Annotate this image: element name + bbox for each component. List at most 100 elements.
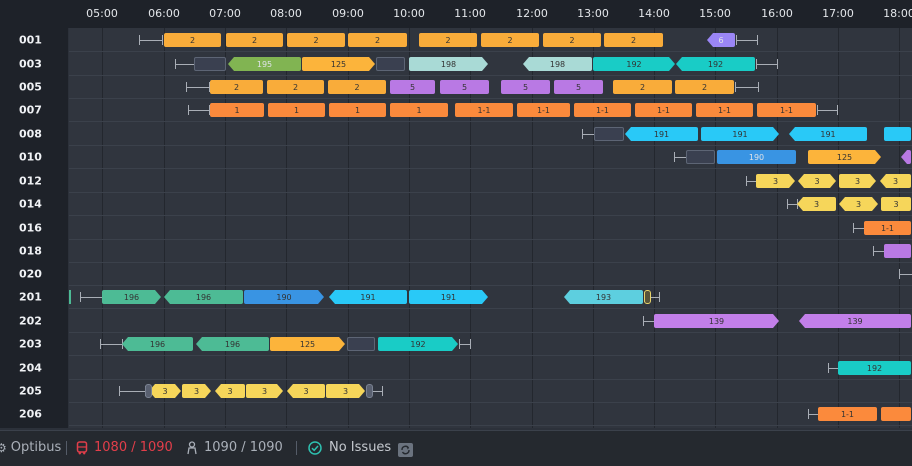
trip-block[interactable]: 5 [440, 80, 489, 94]
trip-block[interactable]: 1 [329, 103, 386, 117]
trip-block[interactable]: 1-1 [574, 103, 631, 117]
row-label[interactable]: 016 [19, 222, 42, 235]
trip-block[interactable]: 3 [326, 384, 365, 398]
trip-block[interactable]: 3 [246, 384, 283, 398]
trip-block[interactable]: 2 [287, 33, 345, 47]
row-label[interactable]: 204 [19, 362, 42, 375]
trip-block[interactable]: 139 [799, 314, 911, 328]
trip-block[interactable]: 3 [798, 174, 836, 188]
row-label[interactable]: 008 [19, 128, 42, 141]
trip-block[interactable]: 1 [268, 103, 325, 117]
trip-block[interactable]: 3 [881, 197, 911, 211]
trip-block[interactable]: 3 [182, 384, 211, 398]
refresh-button[interactable] [398, 443, 413, 457]
trip-block[interactable]: 5 [501, 80, 550, 94]
trip-block[interactable]: 191 [701, 127, 779, 141]
trip-block[interactable]: 2 [164, 33, 221, 47]
trip-block[interactable]: 198 [409, 57, 488, 71]
trip-block[interactable]: 2 [348, 33, 407, 47]
block-end-cap[interactable] [366, 384, 373, 398]
trip-block[interactable]: 2 [481, 33, 539, 47]
trip-block[interactable]: 1-1 [864, 221, 911, 235]
trip-block[interactable]: 2 [419, 33, 477, 47]
trip-block[interactable]: 3 [215, 384, 245, 398]
trip-block[interactable]: 5 [390, 80, 435, 94]
trip-block[interactable]: 125 [808, 150, 881, 164]
row-label[interactable]: 012 [19, 175, 42, 188]
idle-block[interactable] [594, 127, 624, 141]
trip-block[interactable]: 2 [543, 33, 601, 47]
block-end-cap[interactable] [145, 384, 152, 398]
trip-block[interactable]: 125 [302, 57, 375, 71]
trip-block[interactable]: 192 [593, 57, 675, 71]
trip-block[interactable]: 1 [210, 103, 264, 117]
brand[interactable]: ⚙ Optibus [0, 440, 61, 455]
trip-block[interactable]: 192 [676, 57, 755, 71]
drivers-count[interactable]: 1090 / 1090 [186, 440, 283, 455]
trip-block[interactable]: 2 [328, 80, 386, 94]
trip-block[interactable]: 195 [228, 57, 301, 71]
trip-block[interactable]: 2 [226, 33, 283, 47]
trip-block[interactable]: 5 [554, 80, 603, 94]
trip-block[interactable]: 193 [564, 290, 643, 304]
row-label[interactable]: 003 [19, 58, 42, 71]
trip-block[interactable]: 196 [196, 337, 269, 351]
idle-block[interactable] [347, 337, 375, 351]
trip-block[interactable]: 3 [839, 174, 876, 188]
row-label[interactable]: 202 [19, 315, 42, 328]
trip-block[interactable]: 1-1 [517, 103, 570, 117]
trip-block[interactable] [884, 127, 911, 141]
trip-block[interactable]: 1-1 [757, 103, 816, 117]
row-label[interactable]: 018 [19, 245, 42, 258]
row-label[interactable]: 007 [19, 104, 42, 117]
trip-block[interactable]: 196 [164, 290, 243, 304]
trip-block[interactable]: 2 [613, 80, 672, 94]
trip-block[interactable]: 191 [329, 290, 407, 304]
trip-block[interactable] [881, 407, 911, 421]
row-label[interactable]: 010 [19, 151, 42, 164]
trip-block[interactable]: 191 [789, 127, 867, 141]
idle-block[interactable] [686, 150, 715, 164]
trip-block[interactable]: 191 [409, 290, 488, 304]
trip-block[interactable]: 190 [244, 290, 324, 304]
trip-block[interactable]: 191 [625, 127, 698, 141]
trip-block[interactable]: 2 [210, 80, 263, 94]
trip-block[interactable]: 2 [675, 80, 734, 94]
trip-block[interactable]: 139 [654, 314, 779, 328]
trip-block[interactable]: 3 [149, 384, 181, 398]
trip-block[interactable] [901, 150, 911, 164]
trip-block[interactable]: 3 [839, 197, 878, 211]
idle-block[interactable] [376, 57, 405, 71]
trip-block[interactable]: 2 [267, 80, 324, 94]
trip-block[interactable] [884, 244, 911, 258]
trip-block[interactable]: 3 [880, 174, 911, 188]
trip-block[interactable]: 190 [717, 150, 796, 164]
trip-block[interactable]: 2 [604, 33, 663, 47]
trip-block[interactable]: 1 [390, 103, 448, 117]
row-label[interactable]: 020 [19, 268, 42, 281]
row-label[interactable]: 203 [19, 338, 42, 351]
row-label[interactable]: 201 [19, 291, 42, 304]
row-label[interactable]: 206 [19, 408, 42, 421]
trip-block[interactable]: 3 [756, 174, 795, 188]
idle-block[interactable] [194, 57, 226, 71]
trip-block[interactable]: 1-1 [455, 103, 513, 117]
trip-block[interactable]: 6 [707, 33, 735, 47]
row-label[interactable]: 005 [19, 81, 42, 94]
block-end-cap[interactable] [644, 290, 651, 304]
trip-block[interactable]: 3 [287, 384, 325, 398]
vehicles-count[interactable]: 1080 / 1090 [76, 440, 173, 455]
row-label[interactable]: 205 [19, 385, 42, 398]
row-label[interactable]: 014 [19, 198, 42, 211]
trip-block[interactable]: 1-1 [696, 103, 753, 117]
trip-block[interactable]: 3 [797, 197, 836, 211]
trip-block[interactable]: 192 [378, 337, 458, 351]
trip-block[interactable]: 1-1 [818, 407, 877, 421]
trip-block[interactable]: 125 [270, 337, 345, 351]
trip-block[interactable]: 198 [523, 57, 592, 71]
trip-block[interactable]: 1-1 [635, 103, 692, 117]
row-label[interactable]: 001 [19, 34, 42, 47]
trip-block[interactable]: 196 [122, 337, 193, 351]
trip-block[interactable]: 192 [838, 361, 911, 375]
trip-block[interactable]: 196 [102, 290, 161, 304]
